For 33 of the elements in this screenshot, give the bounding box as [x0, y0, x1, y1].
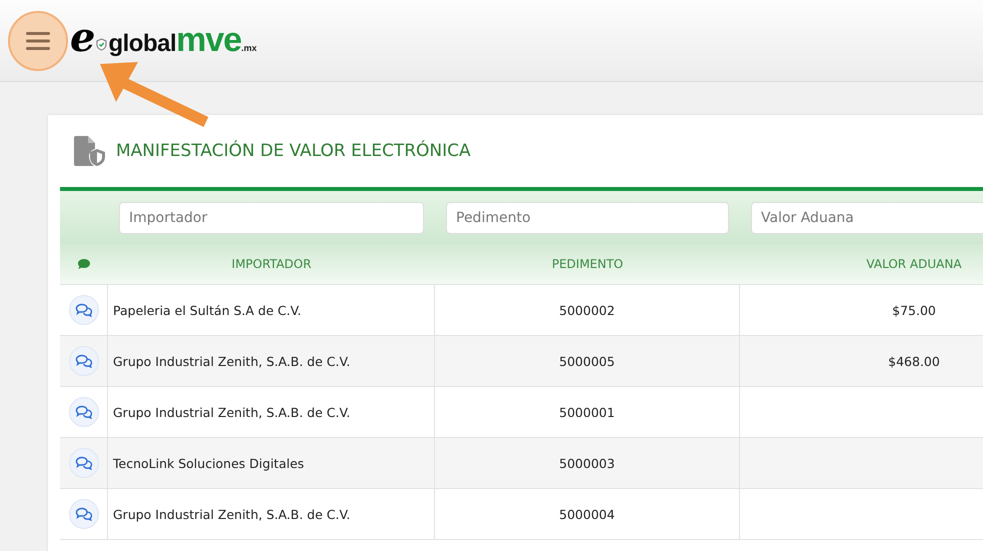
speech-bubbles-icon	[74, 303, 92, 317]
comments-button[interactable]	[68, 346, 98, 376]
comments-button[interactable]	[68, 295, 98, 325]
table-cell: Grupo Industrial Zenith, S.A.B. de C.V.	[113, 506, 350, 522]
filter-field[interactable]: Valor Aduana	[751, 202, 983, 234]
page-title: MANIFESTACIÓN DE VALOR ELECTRÓNICA	[116, 141, 471, 161]
brand-logo: e globalmve.mx	[70, 14, 257, 61]
table-cell: 5000002	[559, 302, 615, 318]
speech-bubbles-icon	[74, 354, 92, 368]
table-cell: 5000001	[559, 404, 615, 420]
table-cell: $75.00	[892, 302, 936, 318]
column-header[interactable]: IMPORTADOR	[232, 257, 312, 271]
table-cell: Grupo Industrial Zenith, S.A.B. de C.V.	[113, 404, 350, 420]
table-cell: Papeleria el Sultán S.A de C.V.	[113, 302, 302, 318]
table-cell: TecnoLink Soluciones Digitales	[113, 456, 304, 470]
comments-button[interactable]	[68, 499, 98, 529]
column-header[interactable]: PEDIMENTO	[552, 257, 624, 271]
comments-button[interactable]	[68, 397, 98, 427]
comment-icon	[77, 258, 91, 270]
table-cell: Grupo Industrial Zenith, S.A.B. de C.V.	[113, 354, 350, 368]
speech-bubbles-icon	[74, 405, 92, 419]
speech-bubbles-icon	[74, 456, 92, 470]
menu-icon	[25, 30, 51, 52]
speech-bubbles-icon	[74, 507, 92, 521]
comments-button[interactable]	[68, 448, 98, 478]
table-cell: $468.00	[888, 354, 940, 368]
table-cell: 5000003	[559, 456, 615, 470]
table-cell: 5000004	[559, 506, 615, 522]
filter-field[interactable]: Importador	[119, 202, 424, 234]
column-header[interactable]: VALOR ADUANA	[866, 257, 962, 271]
table-cell: 5000005	[559, 354, 615, 368]
filter-field[interactable]: Pedimento	[446, 202, 729, 234]
document-shield-icon	[72, 135, 106, 167]
